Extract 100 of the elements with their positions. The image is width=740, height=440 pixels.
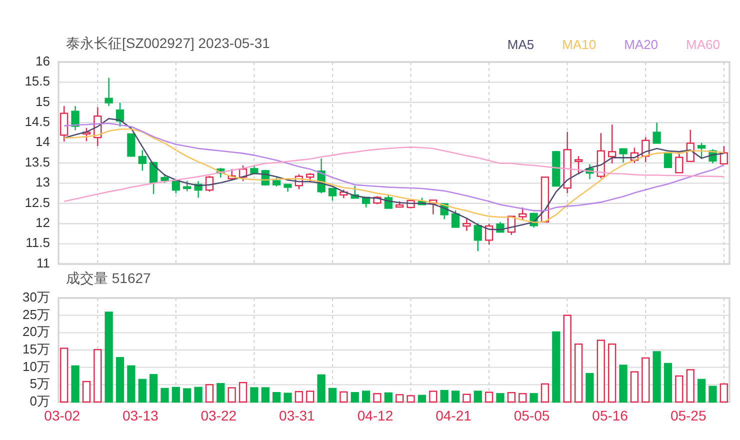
candlestick <box>60 106 68 142</box>
axis-label: 03-31 <box>279 408 315 424</box>
volume-bar <box>228 387 236 403</box>
volume-bar <box>317 374 326 403</box>
candlestick <box>574 156 583 174</box>
volume-bar <box>518 393 527 403</box>
volume-bar <box>586 372 594 403</box>
axis-label: 05-25 <box>670 408 706 424</box>
volume-bar <box>552 331 560 403</box>
candlestick <box>484 224 494 245</box>
volume-bar <box>216 383 225 403</box>
candlestick <box>104 78 113 106</box>
candlestick <box>306 173 314 182</box>
volume-bar <box>71 365 80 403</box>
candlestick <box>619 148 628 163</box>
axis-label: 25万 <box>22 306 50 322</box>
candlestick <box>183 180 192 192</box>
legend-label: MA60 <box>686 36 720 52</box>
volume-bar <box>507 392 516 403</box>
candlestick <box>272 178 281 186</box>
candlestick <box>563 132 572 194</box>
axis-label: 14 <box>36 134 50 150</box>
volume-bar <box>540 383 550 403</box>
volume-bar <box>619 364 628 403</box>
volume-bar <box>238 382 248 403</box>
axis-label: 11.5 <box>26 235 50 250</box>
volume-bar <box>205 384 214 403</box>
candlestick <box>586 164 594 180</box>
volume-bar <box>720 383 728 403</box>
volume-bar <box>708 386 717 403</box>
chart-title: 成交量 51627 <box>66 270 151 288</box>
volume-bar <box>127 365 136 403</box>
axis-label: 05-05 <box>514 408 550 424</box>
candlestick <box>350 186 359 199</box>
candlestick <box>675 153 684 174</box>
candlestick <box>116 102 124 127</box>
volume-bar <box>250 387 258 403</box>
candlestick <box>216 168 225 178</box>
axis-label: 11 <box>36 255 50 269</box>
axis-label: 16 <box>36 53 50 68</box>
volume-bar <box>138 378 146 403</box>
axis-label: 10万 <box>22 358 50 374</box>
candlestick <box>664 152 672 168</box>
volume-bar <box>294 391 304 403</box>
volume-bar <box>150 374 158 403</box>
candlestick <box>71 106 80 130</box>
volume-bar <box>373 393 382 403</box>
volume-bar <box>116 357 124 403</box>
candlestick <box>340 190 348 198</box>
volume-bar <box>697 378 706 403</box>
volume-bar <box>462 394 471 403</box>
volume-bar <box>94 349 102 403</box>
axis-label: 13 <box>36 174 50 190</box>
legend-label: MA20 <box>624 36 658 52</box>
candlestick <box>697 142 706 159</box>
axis-label: 04-12 <box>357 408 394 424</box>
volume-bar <box>160 388 169 403</box>
candlestick <box>294 174 304 190</box>
volume-bar <box>350 392 359 403</box>
candlestick <box>127 133 136 157</box>
axis-label: 15万 <box>22 341 50 356</box>
volume-bar <box>675 375 684 403</box>
volume-bar <box>596 340 605 403</box>
candlestick <box>429 200 438 214</box>
candlestick <box>552 150 560 187</box>
candlestick <box>373 196 382 204</box>
volume-bar <box>340 391 348 403</box>
candlestick <box>284 184 292 192</box>
candlestick <box>396 201 404 208</box>
candlestick <box>228 169 236 180</box>
volume-bar <box>60 348 68 403</box>
candlestick <box>238 165 248 182</box>
candlestick <box>642 137 650 162</box>
volume-bar <box>272 392 281 403</box>
axis-label: 03-02 <box>44 408 80 424</box>
axis-label: 04-21 <box>436 408 472 424</box>
volume-bar <box>652 351 661 403</box>
candlestick <box>540 176 550 223</box>
candlestick <box>451 210 460 228</box>
candlestick <box>160 174 169 183</box>
axis-label: 13.5 <box>24 154 50 170</box>
axis-label: 20万 <box>22 324 50 340</box>
candlestick <box>630 148 638 163</box>
candlestick <box>462 218 471 231</box>
candlestick <box>418 198 426 206</box>
axis-label: 0万 <box>30 393 50 408</box>
volume-bar <box>642 357 650 403</box>
legend-label: MA10 <box>562 36 596 52</box>
axis-label: 12 <box>36 215 50 230</box>
volume-bar <box>396 394 404 403</box>
volume-bar <box>261 387 270 403</box>
candlestick <box>328 188 337 201</box>
candlestick <box>138 150 146 171</box>
axis-label: 15.5 <box>24 74 50 89</box>
candlestick <box>94 107 102 146</box>
legend-label: MA5 <box>507 36 534 52</box>
candlestick <box>317 158 326 194</box>
axis-label: 12.5 <box>24 194 50 210</box>
candlestick <box>608 124 616 164</box>
volume-bar <box>664 362 672 403</box>
